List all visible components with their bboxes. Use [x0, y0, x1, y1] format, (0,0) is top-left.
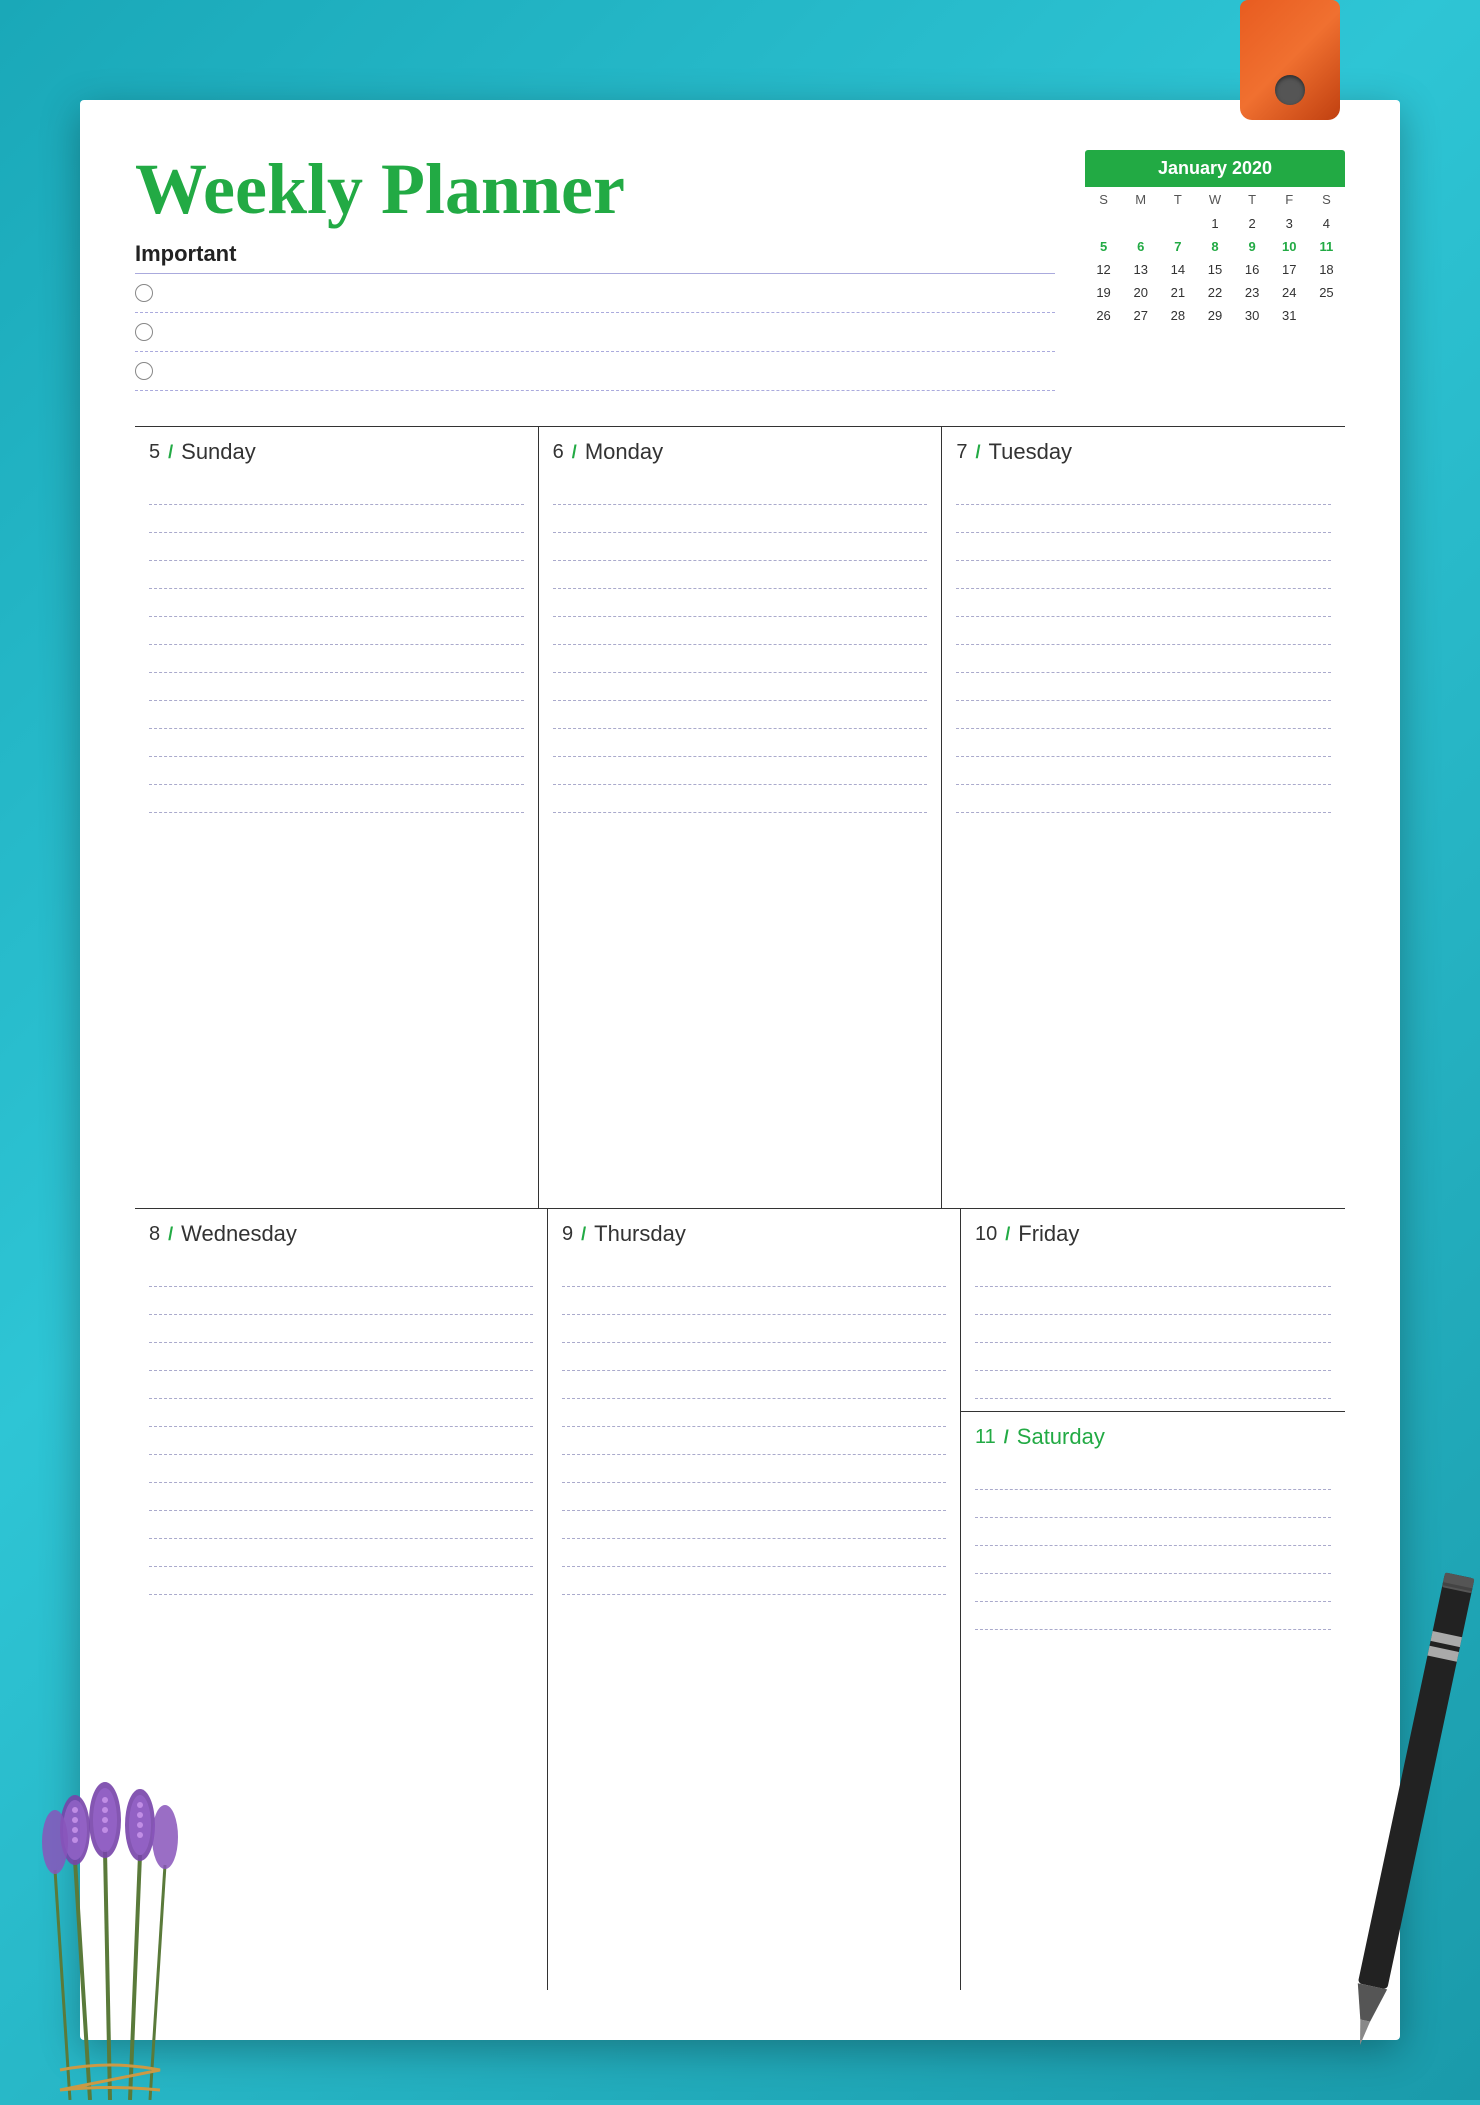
important-section: Important	[135, 241, 1055, 391]
wednesday-lines	[149, 1259, 533, 1595]
sunday-lines	[149, 477, 524, 813]
cal-day-w: W	[1196, 187, 1233, 212]
cal-day-f: F	[1271, 187, 1308, 212]
important-label: Important	[135, 241, 1055, 274]
friday-saturday-column: 10 / Friday 11 /	[961, 1209, 1345, 1990]
day-monday: 6 / Monday	[539, 427, 943, 1208]
planner-paper: Weekly Planner Important January 2020	[80, 100, 1400, 2040]
day-thursday: 9 / Thursday	[548, 1209, 961, 1990]
checkbox-1[interactable]	[135, 284, 153, 302]
friday-header: 10 / Friday	[975, 1221, 1331, 1247]
saturday-number: 11	[975, 1426, 996, 1449]
cal-day-m: M	[1122, 187, 1159, 212]
saturday-name: Saturday	[1017, 1424, 1105, 1450]
cal-week-3: 12 13 14 15 16 17 18	[1085, 258, 1345, 281]
calendar-month-year: January 2020	[1085, 150, 1345, 187]
saturday-header: 11 / Saturday	[975, 1424, 1331, 1450]
planner-header: Weekly Planner Important January 2020	[135, 150, 1345, 406]
cal-week-4: 19 20 21 22 23 24 25	[1085, 281, 1345, 304]
cal-week-2: 5 6 7 8 9 10 11	[1085, 235, 1345, 258]
important-item-2	[135, 313, 1055, 352]
monday-header: 6 / Monday	[553, 439, 928, 465]
tuesday-lines	[956, 477, 1331, 813]
cal-week-1: 1 2 3 4	[1085, 212, 1345, 235]
thursday-lines	[562, 1259, 946, 1595]
tuesday-name: Tuesday	[988, 439, 1072, 465]
calendar-grid: S M T W T F S	[1085, 187, 1345, 327]
tuesday-header: 7 / Tuesday	[956, 439, 1331, 465]
day-tuesday: 7 / Tuesday	[942, 427, 1345, 1208]
friday-name: Friday	[1018, 1221, 1079, 1247]
checkbox-3[interactable]	[135, 362, 153, 380]
days-row-1: 5 / Sunday	[135, 426, 1345, 1208]
tuesday-number: 7	[956, 441, 967, 464]
monday-lines	[553, 477, 928, 813]
cal-day-s2: S	[1308, 187, 1345, 212]
flowers-decoration	[0, 1600, 220, 2100]
wednesday-number: 8	[149, 1223, 160, 1246]
important-item-3	[135, 352, 1055, 391]
sunday-name: Sunday	[181, 439, 256, 465]
day-friday: 10 / Friday	[961, 1209, 1345, 1412]
cal-day-t1: T	[1159, 187, 1196, 212]
saturday-lines	[975, 1462, 1331, 1630]
monday-number: 6	[553, 441, 564, 464]
important-item-1	[135, 274, 1055, 313]
cal-week-5: 26 27 28 29 30 31	[1085, 304, 1345, 327]
calendar-body: 1 2 3 4 5 6 7 8 9 10 11	[1085, 212, 1345, 327]
monday-name: Monday	[585, 439, 663, 465]
thursday-name: Thursday	[594, 1221, 686, 1247]
friday-number: 10	[975, 1223, 997, 1246]
pen-decoration	[1320, 1545, 1400, 2050]
cal-day-s1: S	[1085, 187, 1122, 212]
wednesday-name: Wednesday	[181, 1221, 297, 1247]
sunday-header: 5 / Sunday	[149, 439, 524, 465]
thursday-number: 9	[562, 1223, 573, 1246]
planner-title: Weekly Planner	[135, 150, 1055, 229]
thursday-header: 9 / Thursday	[562, 1221, 946, 1247]
cal-day-t2: T	[1234, 187, 1271, 212]
mini-calendar: January 2020 S M T W T F S	[1085, 150, 1345, 327]
days-row-2: 8 / Wednesday	[135, 1208, 1345, 1990]
checkbox-2[interactable]	[135, 323, 153, 341]
friday-lines	[975, 1259, 1331, 1399]
sharpener-decoration	[1240, 0, 1340, 120]
sunday-number: 5	[149, 441, 160, 464]
day-sunday: 5 / Sunday	[135, 427, 539, 1208]
day-saturday: 11 / Saturday	[961, 1412, 1345, 1990]
calendar-header-row: S M T W T F S	[1085, 187, 1345, 212]
wednesday-header: 8 / Wednesday	[149, 1221, 533, 1247]
title-section: Weekly Planner Important	[135, 150, 1055, 406]
